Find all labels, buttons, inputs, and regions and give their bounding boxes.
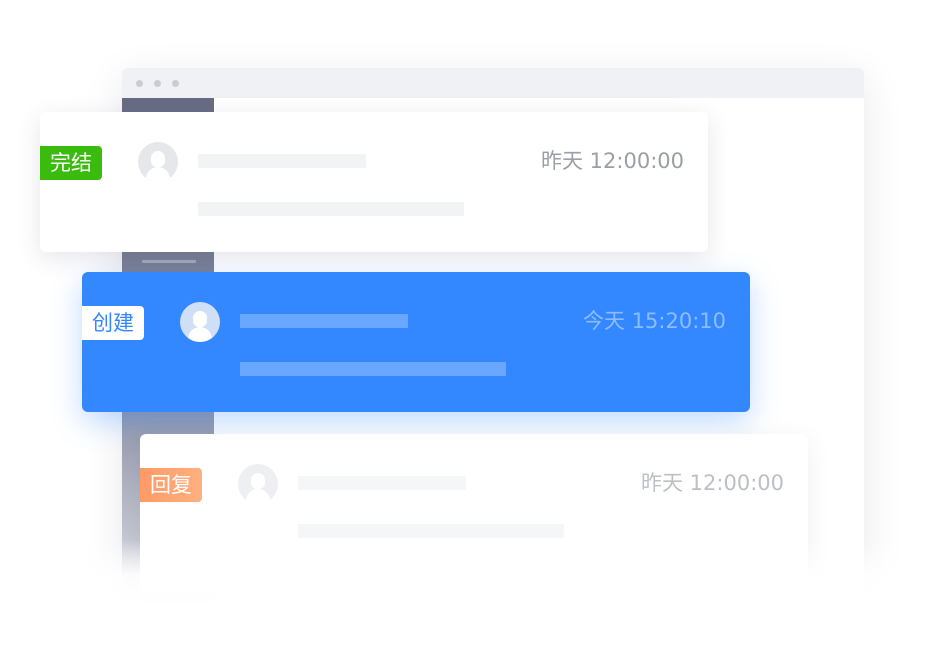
title-placeholder-bar (298, 476, 466, 490)
avatar-body-shape (188, 327, 212, 342)
message-card-reply[interactable]: 回复 昨天 12:00:00 (140, 434, 808, 594)
user-avatar-icon (138, 142, 178, 182)
message-card-completed[interactable]: 完结 昨天 12:00:00 (40, 112, 708, 252)
user-avatar-icon (238, 464, 278, 504)
status-tag-created: 创建 (82, 306, 144, 340)
window-titlebar (122, 68, 864, 98)
user-avatar-icon (180, 302, 220, 342)
avatar-head-shape (193, 311, 207, 327)
title-placeholder-bar (240, 314, 408, 328)
message-timestamp: 昨天 12:00:00 (641, 471, 784, 495)
title-placeholder-bar (198, 154, 366, 168)
content-placeholder-bar (240, 362, 506, 376)
message-timestamp: 今天 15:20:10 (583, 309, 726, 333)
content-placeholder-bar (198, 202, 464, 216)
window-dot-icon[interactable] (136, 80, 143, 87)
avatar-body-shape (246, 489, 270, 504)
window-dot-icon[interactable] (172, 80, 179, 87)
message-card-created[interactable]: 创建 今天 15:20:10 (82, 272, 750, 412)
avatar-head-shape (251, 473, 265, 489)
status-tag-completed: 完结 (40, 146, 102, 180)
sidebar-item-placeholder[interactable] (142, 260, 196, 263)
status-tag-reply: 回复 (140, 468, 202, 502)
window-dot-icon[interactable] (154, 80, 161, 87)
content-placeholder-bar (298, 524, 564, 538)
message-timestamp: 昨天 12:00:00 (541, 149, 684, 173)
illustration-stage: 完结 昨天 12:00:00 创建 今天 15:20:10 回复 昨天 12:0… (0, 0, 940, 660)
avatar-body-shape (146, 167, 170, 182)
avatar-head-shape (151, 151, 165, 167)
